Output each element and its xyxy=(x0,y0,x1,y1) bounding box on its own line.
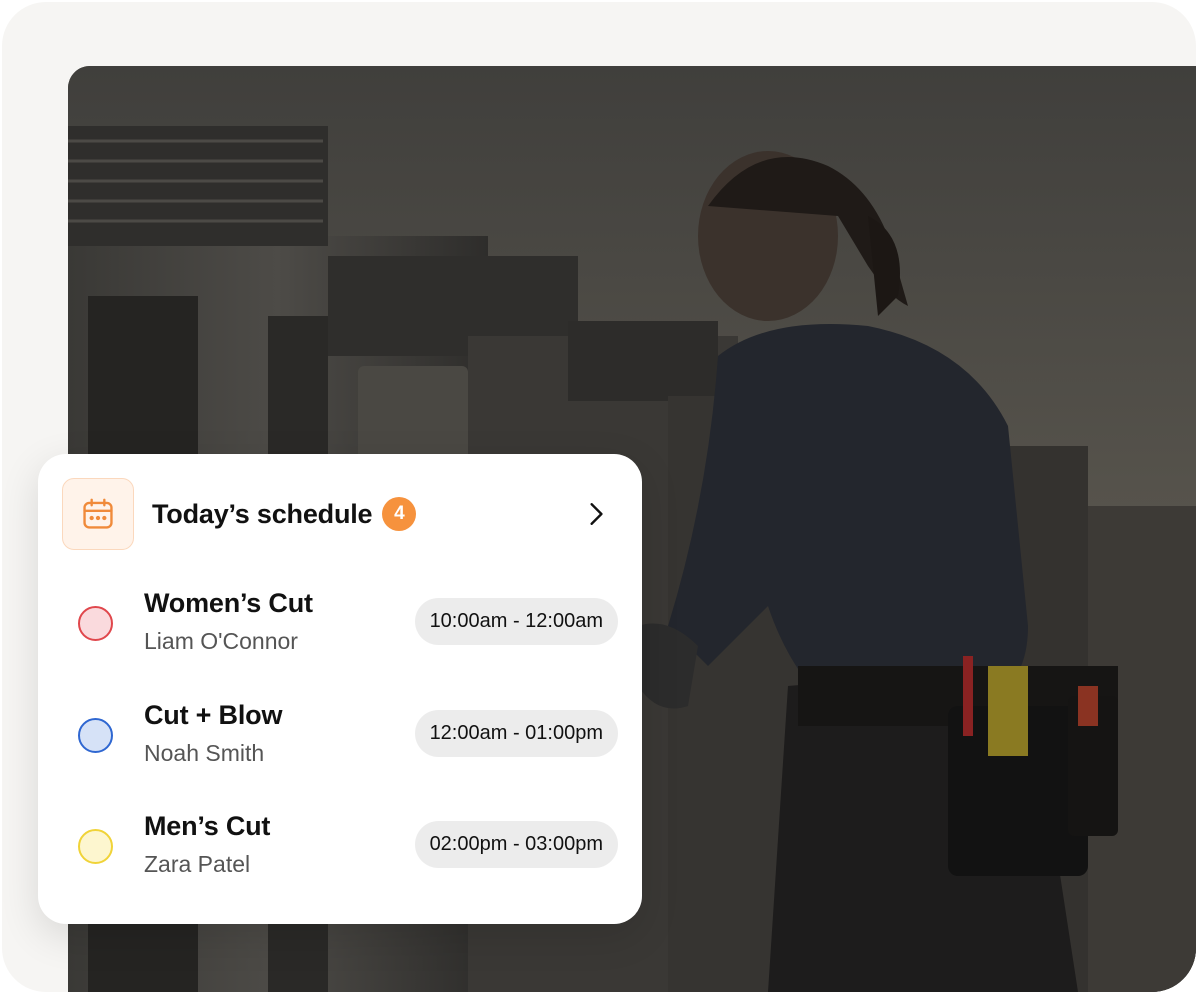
appointment-item[interactable]: Men’s Cut Zara Patel 02:00pm - 03:00pm xyxy=(78,811,618,883)
appointment-status-dot xyxy=(78,606,113,641)
appointment-time-pill: 10:00am - 12:00am xyxy=(414,598,618,645)
appointment-status-dot xyxy=(78,718,113,753)
calendar-icon-box xyxy=(62,478,134,550)
appointment-item[interactable]: Women’s Cut Liam O'Connor 10:00am - 12:0… xyxy=(78,588,618,660)
todays-schedule-card: Today’s schedule 4 Women’s Cut Liam O'Co… xyxy=(38,454,642,924)
appointment-service: Men’s Cut xyxy=(144,811,271,841)
appointment-service: Cut + Blow xyxy=(144,700,283,730)
schedule-title: Today’s schedule xyxy=(152,498,373,529)
appointment-time-pill: 02:00pm - 03:00pm xyxy=(414,821,618,868)
appointment-item[interactable]: Cut + Blow Noah Smith 12:00am - 01:00pm xyxy=(78,700,618,772)
card-header: Today’s schedule 4 xyxy=(62,478,618,550)
schedule-open-button[interactable] xyxy=(574,492,618,536)
calendar-icon xyxy=(83,498,113,529)
appointment-client: Zara Patel xyxy=(144,851,251,877)
appointment-client: Noah Smith xyxy=(144,740,265,766)
appointment-client: Liam O'Connor xyxy=(144,628,298,654)
appointment-status-dot xyxy=(78,829,113,864)
appointment-time-pill: 12:00am - 01:00pm xyxy=(414,710,618,757)
chevron-right-icon xyxy=(590,503,603,525)
appointment-service: Women’s Cut xyxy=(144,588,313,618)
schedule-count-badge: 4 xyxy=(382,497,417,531)
page-frame: Today’s schedule 4 Women’s Cut Liam O'Co… xyxy=(2,2,1196,992)
